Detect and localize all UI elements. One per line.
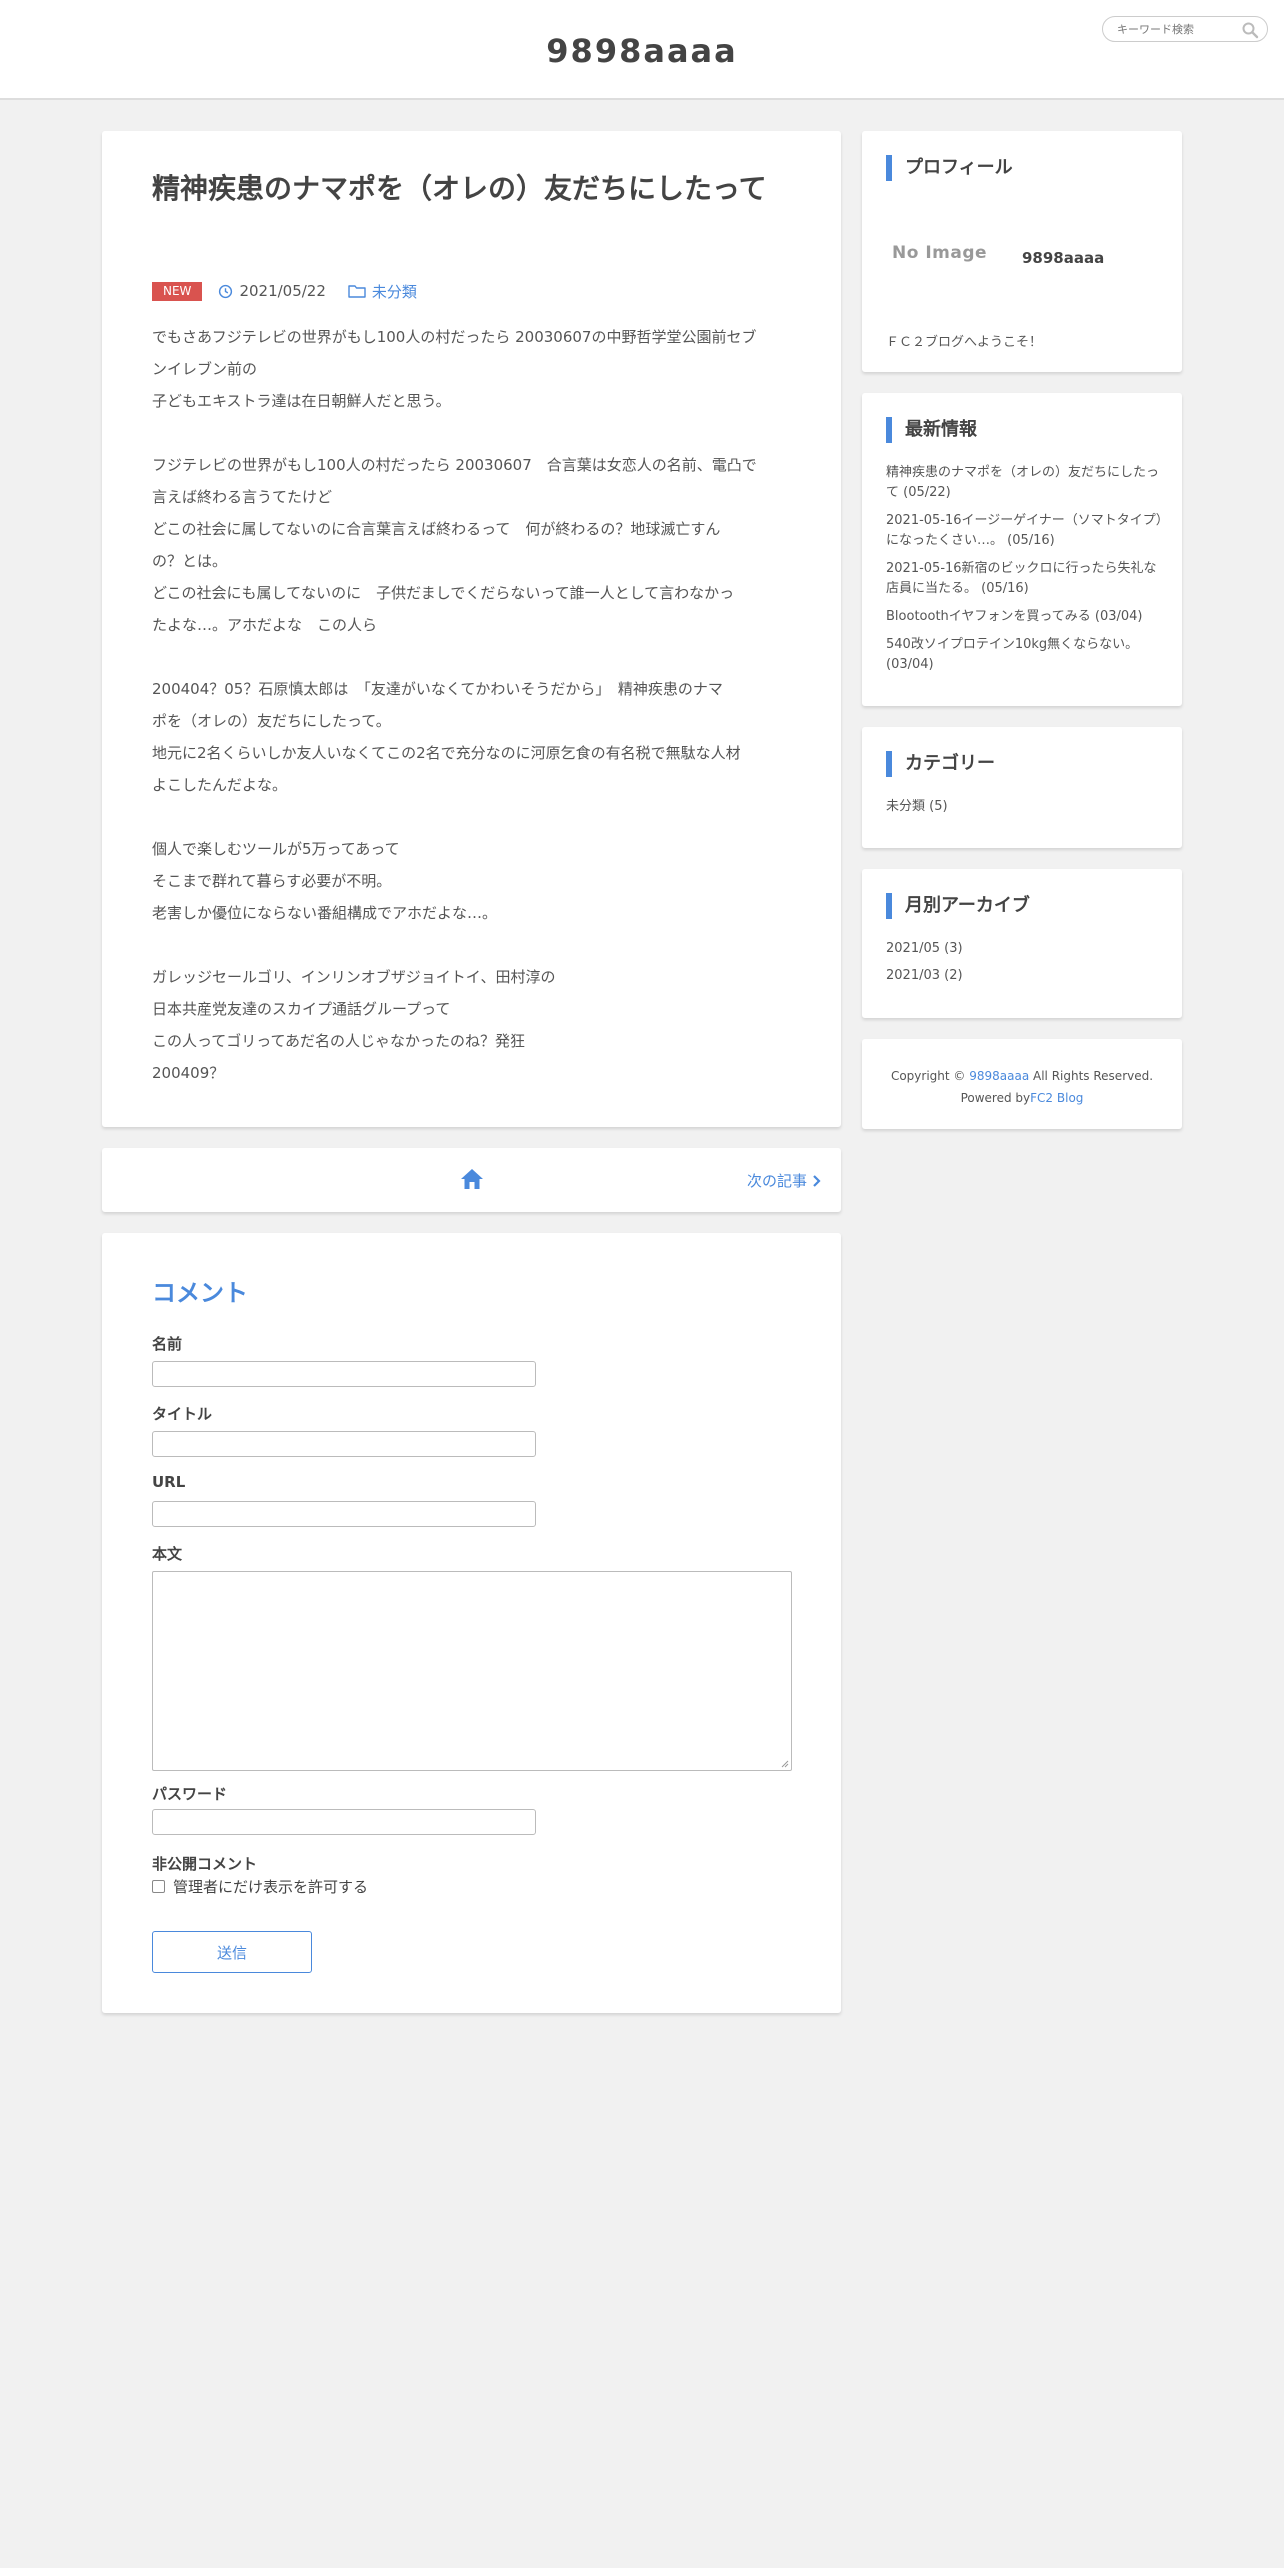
archive-item[interactable]: 2021/03 (2) — [886, 966, 963, 986]
categories-widget: カテゴリー 未分類 (5) — [862, 727, 1182, 848]
article-line: ンイレブン前の — [152, 360, 258, 378]
article-line: でもさあフジテレビの世界がもし100人の村だったら 20030607の中野哲学堂… — [152, 328, 757, 346]
site-header: 9898aaaa — [0, 0, 1284, 100]
private-comment-checkbox-label[interactable]: 管理者にだけ表示を許可する — [173, 1876, 368, 1897]
next-post-label[interactable]: 次の記事 — [747, 1170, 807, 1191]
copyright-text: Copyright © 9898aaaa All Rights Reserved… — [862, 1065, 1182, 1109]
article-line: ポを（オレの）友だちにしたって。 — [152, 712, 391, 730]
article-line: 子どもエキストラ達は在日朝鮮人だと思う。 — [152, 392, 451, 410]
profile-heading: プロフィール — [886, 155, 1013, 181]
archive-item[interactable]: 2021/05 (3) — [886, 939, 963, 959]
categories-heading: カテゴリー — [886, 751, 995, 777]
article-line: どこの社会にも属してないのに 子供だましでくだらないって誰一人として言わなかっ — [152, 584, 735, 602]
next-post-link[interactable]: 次の記事 — [747, 1170, 821, 1191]
article-category-link[interactable]: 未分類 — [372, 281, 417, 302]
search-box[interactable] — [1102, 16, 1268, 42]
recent-posts-widget: 最新情報 精神疾患のナマポを（オレの）友だちにしたって (05/22) 2021… — [862, 393, 1182, 706]
post-navigation: 次の記事 — [102, 1148, 841, 1212]
recent-heading: 最新情報 — [886, 417, 977, 443]
recent-posts-list: 精神疾患のナマポを（オレの）友だちにしたって (05/22) 2021-05-1… — [886, 463, 1166, 683]
profile-name: 9898aaaa — [1022, 249, 1105, 267]
profile-widget: プロフィール No Image 9898aaaa ＦＣ２ブログへようこそ！ — [862, 131, 1182, 372]
article-line: この人ってゴリってあだ名の人じゃなかったのね？発狂 — [152, 1032, 526, 1050]
body-textarea[interactable] — [152, 1571, 792, 1771]
site-title[interactable]: 9898aaaa — [0, 32, 1284, 70]
article-line: フジテレビの世界がもし100人の村だったら 20030607 合言葉は女恋人の名… — [152, 456, 757, 474]
article-line: 200409？ — [152, 1064, 225, 1082]
article-line: 個人で楽しむツールが5万ってあって — [152, 840, 400, 858]
name-label: 名前 — [152, 1335, 183, 1353]
folder-icon — [348, 285, 366, 298]
submit-button[interactable]: 送信 — [152, 1931, 312, 1973]
chevron-right-icon[interactable] — [811, 1174, 821, 1188]
powered-by-prefix: Powered by — [960, 1091, 1031, 1105]
avatar: No Image — [892, 243, 988, 263]
article-line: 日本共産党友達のスカイプ通話グループって — [152, 1000, 451, 1018]
title-field[interactable] — [152, 1431, 536, 1457]
categories-list: 未分類 (5) — [886, 797, 948, 817]
article-line: 地元に2名くらいしか友人いなくてこの2名で充分なのに河原乞食の有名税で無駄な人材 — [152, 744, 741, 762]
archive-list: 2021/05 (3) 2021/03 (2) — [886, 939, 963, 993]
new-badge: NEW — [152, 281, 203, 301]
search-input[interactable] — [1117, 20, 1235, 38]
password-field[interactable] — [152, 1809, 536, 1835]
home-icon[interactable] — [459, 1166, 485, 1192]
recent-post-item[interactable]: 2021-05-16新宿のビックロに行ったら失礼な店員に当たる。 (05/16) — [886, 559, 1166, 599]
copyright-site-link[interactable]: 9898aaaa — [969, 1069, 1029, 1083]
article-body: でもさあフジテレビの世界がもし100人の村だったら 20030607の中野哲学堂… — [152, 321, 798, 1089]
archive-heading: 月別アーカイブ — [886, 893, 1030, 919]
resize-grip-icon[interactable] — [781, 1760, 789, 1768]
article-line: よこしたんだよな。 — [152, 776, 288, 794]
url-field[interactable] — [152, 1501, 536, 1527]
recent-post-item[interactable]: Blootoothイヤフォンを買ってみる (03/04) — [886, 607, 1166, 627]
article-line: どこの社会に属してないのに合言葉言えば終わるって 何が終わるの？地球滅亡すん — [152, 520, 721, 538]
copyright-prefix: Copyright © — [890, 1069, 966, 1083]
recent-post-item[interactable]: 精神疾患のナマポを（オレの）友だちにしたって (05/22) — [886, 463, 1166, 503]
private-comment-label: 非公開コメント — [152, 1855, 258, 1873]
copyright-rights: All Rights Reserved. — [1033, 1069, 1154, 1083]
article-line: の？とは。 — [152, 552, 228, 570]
recent-post-item[interactable]: 2021-05-16イージーゲイナー（ソマトタイプ）になったくさい…。 (05/… — [886, 511, 1166, 551]
url-label: URL — [152, 1473, 186, 1491]
private-comment-checkbox[interactable] — [152, 1880, 165, 1893]
profile-description: ＦＣ２ブログへようこそ！ — [886, 335, 1043, 350]
recent-post-item[interactable]: 540改ソイプロテイン10kg無くならない。 (03/04) — [886, 635, 1166, 675]
article-line: そこまで群れて暮らす必要が不明。 — [152, 872, 392, 890]
copyright-widget: Copyright © 9898aaaa All Rights Reserved… — [862, 1039, 1182, 1129]
article-line: 言えば終わる言うてたけど — [152, 488, 333, 506]
clock-icon — [219, 284, 233, 298]
article-card: 精神疾患のナマポを（オレの）友だちにしたって NEW 2021/05/22 未分… — [102, 131, 841, 1127]
article-meta: NEW 2021/05/22 未分類 — [152, 279, 417, 303]
article-line: ガレッジセールゴリ、インリンオブザジョイトイ、田村淳の — [152, 968, 556, 986]
name-field[interactable] — [152, 1361, 536, 1387]
body-label: 本文 — [152, 1545, 183, 1563]
article-line: 200404？05？石原慎太郎は 「友達がいなくてかわいそうだから」 精神疾患の… — [152, 680, 723, 698]
article-title: 精神疾患のナマポを（オレの）友だちにしたって — [152, 172, 767, 205]
article-date: 2021/05/22 — [239, 282, 326, 300]
comment-heading: コメント — [152, 1279, 248, 1307]
search-icon[interactable] — [1241, 21, 1259, 39]
article-line: たよな…。アホだよな この人ら — [152, 616, 378, 634]
password-label: パスワード — [152, 1785, 228, 1803]
archive-widget: 月別アーカイブ 2021/05 (3) 2021/03 (2) — [862, 869, 1182, 1018]
title-label: タイトル — [152, 1405, 213, 1423]
category-item[interactable]: 未分類 (5) — [886, 797, 948, 817]
comment-form-card: コメント 名前 タイトル URL 本文 パスワード 非公開コメント 管理者にだけ… — [102, 1233, 841, 2013]
fc2-blog-link[interactable]: FC2 Blog — [1030, 1091, 1083, 1105]
article-line: 老害しか優位にならない番組構成でアホだよな…。 — [152, 904, 498, 922]
